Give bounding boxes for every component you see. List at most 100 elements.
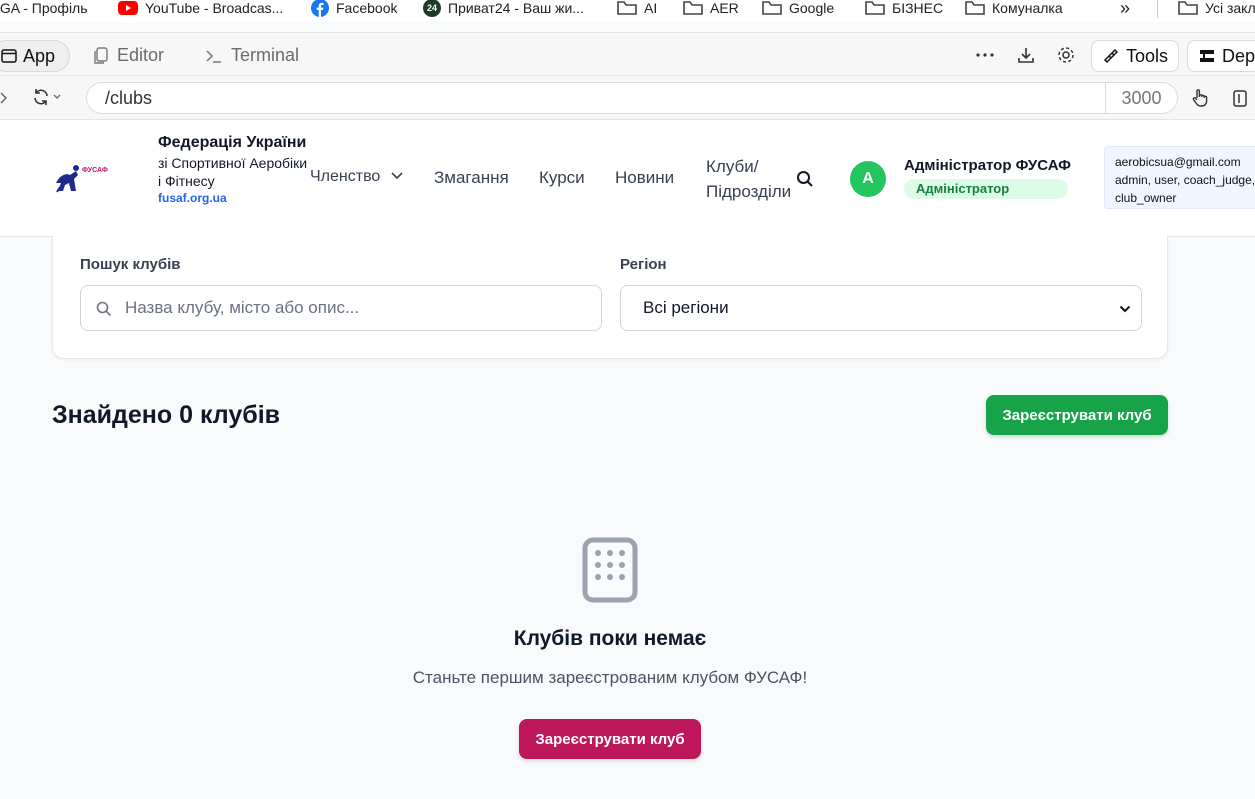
facebook-icon <box>311 0 329 17</box>
user-roles-line2: club_owner <box>1115 191 1177 205</box>
download-icon <box>1018 48 1034 63</box>
deploy-button[interactable]: Dep <box>1187 40 1255 72</box>
org-block: Федерація України зі Спортивної Аеробіки… <box>158 131 308 206</box>
settings-button[interactable] <box>1054 41 1078 69</box>
bookmark-item[interactable]: YouTube - Broadcas... <box>118 0 283 16</box>
deploy-icon <box>1200 50 1214 62</box>
nav-news[interactable]: Новини <box>615 168 674 188</box>
search-input[interactable] <box>125 286 585 330</box>
folder-icon <box>762 1 782 15</box>
pointer-select-button[interactable] <box>1190 88 1210 113</box>
more-button[interactable] <box>974 41 996 69</box>
chevron-double-right-icon: » <box>1120 0 1131 18</box>
tab-label: Terminal <box>231 45 300 65</box>
bookmark-folder[interactable]: Google <box>762 0 834 16</box>
nav-clubs[interactable]: Клуби/ Підрозділи <box>706 154 802 204</box>
terminal-icon <box>206 49 221 63</box>
user-email: aerobicsua@gmail.com <box>1115 155 1241 169</box>
search-label: Пошук клубів <box>80 256 181 273</box>
tab-terminal[interactable]: Terminal <box>205 45 299 66</box>
user-debug-info: aerobicsua@gmail.com admin, user, coach_… <box>1104 146 1255 209</box>
region-select[interactable]: Всі регіони <box>620 285 1142 331</box>
bookmark-label: IGA - Профіль <box>0 0 88 16</box>
filter-card: Пошук клубів Регіон Всі регіони <box>52 236 1168 359</box>
search-icon <box>797 171 813 187</box>
region-selected-value: Всі регіони <box>643 298 729 317</box>
bookmark-folder[interactable]: AI <box>617 0 657 16</box>
bookmarks-overflow-button[interactable]: » <box>1120 0 1131 18</box>
folder-icon <box>683 1 703 15</box>
nav-label: Новини <box>615 168 675 187</box>
register-club-button[interactable]: Зареєструвати клуб <box>986 395 1168 435</box>
device-toggle-button[interactable] <box>1232 88 1250 113</box>
chevron-down-icon <box>391 172 403 180</box>
tab-label: Editor <box>117 45 165 65</box>
site-header: ФУСАФ Федерація України зі Спортивної Ае… <box>0 120 1255 237</box>
tools-icon <box>1103 48 1119 64</box>
privat24-icon: 24 <box>423 0 441 17</box>
avatar[interactable]: A <box>850 161 886 197</box>
reload-icon <box>34 89 48 105</box>
bookmark-label: AER <box>710 0 739 16</box>
nav-label: Членство <box>310 168 381 185</box>
ide-toolbar: App Editor Terminal Tools Dep <box>0 32 1255 76</box>
bookmark-folder[interactable]: AER <box>683 0 739 16</box>
bookmark-label: Усі закл <box>1205 0 1255 16</box>
org-subtitle: зі Спортивної Аеробіки і Фітнесу <box>158 155 308 189</box>
hand-pointer-icon <box>1192 89 1208 107</box>
download-button[interactable] <box>1014 41 1038 69</box>
deploy-label: Dep <box>1222 45 1255 66</box>
folder-icon <box>865 1 885 15</box>
bookmark-label: Комуналка <box>992 0 1063 16</box>
bookmark-label: AI <box>644 0 658 16</box>
tools-button[interactable]: Tools <box>1091 40 1179 72</box>
folder-icon <box>1178 1 1198 15</box>
device-icon <box>1233 90 1247 107</box>
nav-competitions[interactable]: Змагання <box>434 168 509 188</box>
logo-text: ФУСАФ <box>82 167 108 174</box>
nav-membership[interactable]: Членство <box>310 168 408 186</box>
port-field[interactable]: 3000 <box>1105 83 1177 113</box>
folder-icon <box>617 1 637 15</box>
region-label: Регіон <box>620 256 667 273</box>
bookmark-item[interactable]: Facebook <box>311 0 398 17</box>
chevron-down-icon <box>53 94 61 99</box>
bookmark-label: Google <box>789 0 835 16</box>
tab-app[interactable]: App <box>0 40 70 72</box>
gear-icon <box>1058 47 1074 63</box>
empty-register-club-button[interactable]: Зареєструвати клуб <box>519 719 701 759</box>
bookmark-label: БІЗНЕС <box>892 0 944 16</box>
bookmark-folder[interactable]: БІЗНЕС <box>865 0 943 16</box>
org-url-link[interactable]: fusaf.org.ua <box>158 190 308 206</box>
tools-label: Tools <box>1125 45 1168 66</box>
results-count-heading: Знайдено 0 клубів <box>52 401 281 429</box>
folder-icon <box>965 1 985 15</box>
reload-button[interactable] <box>32 88 61 106</box>
bookmarks-divider <box>1157 0 1158 18</box>
nav-courses[interactable]: Курси <box>539 168 585 188</box>
tab-editor[interactable]: Editor <box>93 45 164 66</box>
chevron-down-icon <box>1119 305 1131 313</box>
url-text: /clubs <box>105 88 153 108</box>
more-horizontal-icon <box>976 53 994 57</box>
chevron-right-icon[interactable] <box>0 92 8 104</box>
port-value: 3000 <box>1121 87 1162 108</box>
bookmark-label: Приват24 - Ваш жи... <box>448 0 584 16</box>
tab-label: App <box>23 45 56 66</box>
nav-label: Клуби/ Підрозділи <box>706 157 792 201</box>
address-row: /clubs 3000 <box>0 76 1255 120</box>
search-field[interactable] <box>80 285 602 331</box>
url-bar[interactable]: /clubs 3000 <box>86 82 1178 114</box>
bookmark-item[interactable]: 24 Приват24 - Ваш жи... <box>423 0 584 17</box>
bookmark-folder[interactable]: Комуналка <box>965 0 1063 16</box>
all-bookmarks-folder[interactable]: Усі закл <box>1178 0 1255 16</box>
bookmark-label: Facebook <box>336 0 398 16</box>
fusaf-logo[interactable]: ФУСАФ <box>54 161 110 200</box>
header-search-button[interactable] <box>795 169 815 194</box>
files-icon <box>94 46 108 64</box>
bookmarks-bar: IGA - Профіль YouTube - Broadcas... Face… <box>0 0 1255 22</box>
building-icon <box>582 537 638 608</box>
user-name: Адміністратор ФУСАФ <box>904 157 1071 174</box>
avatar-letter: A <box>862 170 874 187</box>
bookmark-item[interactable]: IGA - Профіль <box>0 0 88 16</box>
